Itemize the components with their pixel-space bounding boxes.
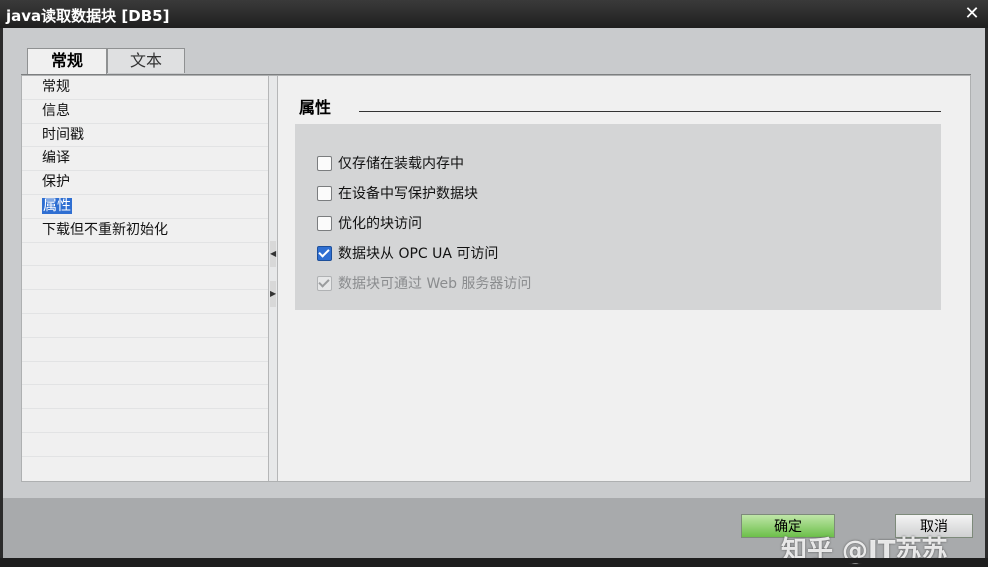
attributes-section: 属性 仅存储在装载内存中 在设备中写保护数据块 优化的块访问 数据块从 OPC …	[279, 76, 969, 481]
nav-list: 常规 信息 时间戳 编译 保护 属性 下载但不重新初始化	[22, 76, 268, 481]
option-label: 数据块可通过 Web 服务器访问	[338, 276, 532, 292]
nav-item-label: 下载但不重新初始化	[42, 221, 168, 238]
collapse-left-icon[interactable]: ◀	[270, 241, 276, 267]
option-label: 在设备中写保护数据块	[338, 186, 478, 202]
properties-panel: 常规 信息 时间戳 编译 保护 属性 下载但不重新初始化 ◀ ▶ 属性 仅存储在…	[21, 75, 971, 482]
window-title: java读取数据块 [DB5]	[6, 7, 170, 25]
checkbox[interactable]	[317, 215, 332, 231]
nav-empty-row	[22, 433, 268, 457]
checkbox-checked[interactable]	[317, 245, 332, 261]
nav-item-info[interactable]: 信息	[22, 100, 268, 124]
nav-item-label: 时间戳	[42, 126, 84, 143]
nav-empty-row	[22, 266, 268, 291]
nav-item-download-without-reinit[interactable]: 下载但不重新初始化	[22, 219, 268, 243]
nav-item-protection[interactable]: 保护	[22, 171, 268, 195]
nav-item-compile[interactable]: 编译	[22, 147, 268, 172]
option-opc-ua-accessible[interactable]: 数据块从 OPC UA 可访问	[317, 244, 498, 264]
nav-empty-row	[22, 338, 268, 362]
dialog-window: java读取数据块 [DB5] ✕ 常规 文本 常规 信息 时间戳 编译 保护 …	[0, 0, 988, 566]
nav-item-label: 常规	[42, 79, 70, 95]
window-bottom-edge	[0, 558, 988, 563]
section-title: 属性	[299, 98, 332, 117]
nav-empty-row	[22, 243, 268, 267]
dialog-body: 常规 文本 常规 信息 时间戳 编译 保护 属性 下载但不重新初始化 ◀ ▶ 属…	[3, 28, 985, 566]
option-label: 优化的块访问	[338, 216, 422, 232]
tab-general[interactable]: 常规	[27, 48, 107, 75]
pane-splitter[interactable]: ◀ ▶	[268, 76, 278, 481]
nav-item-label: 属性	[42, 197, 72, 214]
section-rule	[359, 111, 941, 112]
option-label: 数据块从 OPC UA 可访问	[338, 246, 499, 262]
close-icon[interactable]: ✕	[962, 4, 982, 24]
tab-text[interactable]: 文本	[107, 48, 185, 73]
nav-item-general[interactable]: 常规	[22, 76, 268, 100]
nav-item-label: 信息	[42, 102, 70, 119]
option-web-server-accessible: 数据块可通过 Web 服务器访问	[317, 274, 531, 294]
nav-item-label: 编译	[42, 150, 70, 167]
option-write-protect[interactable]: 在设备中写保护数据块	[317, 184, 478, 204]
nav-empty-row	[22, 290, 268, 314]
option-optimized-access[interactable]: 优化的块访问	[317, 214, 422, 234]
nav-item-attributes[interactable]: 属性	[22, 195, 268, 219]
nav-item-label: 保护	[42, 174, 70, 191]
checkbox[interactable]	[317, 155, 332, 171]
expand-right-icon[interactable]: ▶	[270, 281, 276, 307]
nav-empty-row	[22, 409, 268, 433]
nav-empty-row	[22, 385, 268, 410]
title-bar[interactable]: java读取数据块 [DB5] ✕	[0, 0, 988, 28]
nav-item-timestamp[interactable]: 时间戳	[22, 124, 268, 148]
checkbox[interactable]	[317, 185, 332, 201]
nav-empty-row	[22, 314, 268, 338]
options-group: 仅存储在装载内存中 在设备中写保护数据块 优化的块访问 数据块从 OPC UA …	[295, 124, 941, 310]
nav-empty-row	[22, 362, 268, 386]
option-label: 仅存储在装载内存中	[338, 156, 464, 172]
checkbox-disabled	[317, 275, 332, 291]
option-load-memory-only[interactable]: 仅存储在装载内存中	[317, 154, 464, 174]
